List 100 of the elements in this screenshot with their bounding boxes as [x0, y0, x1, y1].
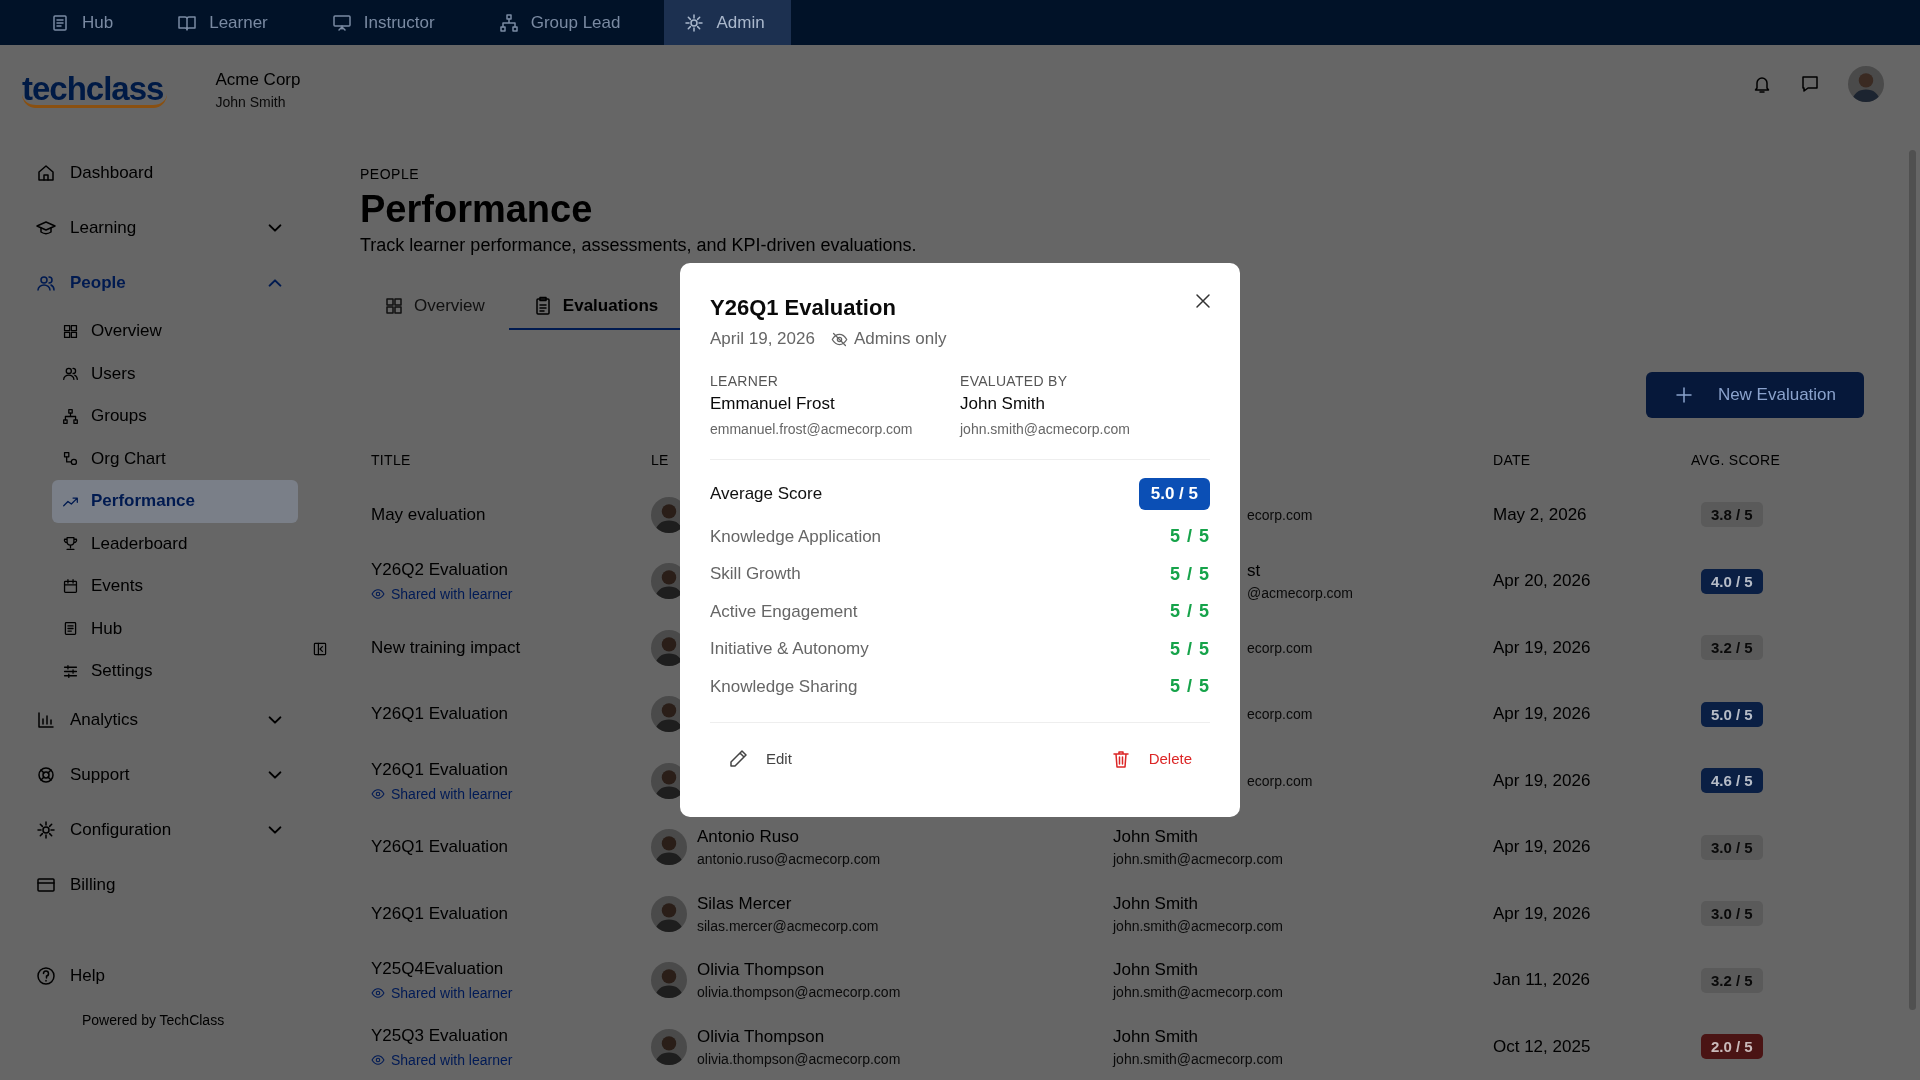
- presentation-icon: [331, 12, 352, 33]
- score-badge: 4.0 / 5: [1701, 568, 1763, 594]
- evaluator-email: ecorp.com: [1247, 706, 1314, 723]
- evaluation-title[interactable]: Y26Q1 Evaluation: [371, 759, 651, 780]
- avatar: [651, 1028, 687, 1065]
- chevron-icon: [268, 826, 282, 834]
- sidebar-item[interactable]: Settings: [52, 650, 298, 693]
- evaluation-title[interactable]: Y25Q4Evaluation: [371, 959, 651, 980]
- sliders-icon: [62, 662, 79, 680]
- messages-button[interactable]: [1800, 74, 1820, 95]
- sidebar-item[interactable]: Users: [52, 352, 298, 395]
- evaluation-title[interactable]: New training impact: [371, 637, 651, 658]
- evaluator-email: ecorp.com: [1247, 506, 1314, 523]
- sidebar-item[interactable]: Hub: [52, 607, 298, 650]
- credit-card-icon: [36, 875, 56, 895]
- sidebar-item[interactable]: Leaderboard: [52, 522, 298, 565]
- collapse-sidebar-icon: [312, 641, 328, 657]
- edit-button[interactable]: Edit: [722, 742, 798, 775]
- date-text: Apr 19, 2026: [1493, 837, 1592, 858]
- close-icon: [1193, 291, 1213, 311]
- criterion-score: 5 / 5: [1169, 601, 1210, 623]
- score-badge: 3.0 / 5: [1701, 901, 1763, 927]
- delete-button[interactable]: Delete: [1104, 742, 1198, 775]
- top-nav-tab[interactable]: Instructor: [311, 0, 461, 45]
- evaluation-title[interactable]: Y26Q1 Evaluation: [371, 903, 651, 924]
- average-score-badge: 5.0 / 5: [1138, 478, 1210, 510]
- column-header: TITLE: [371, 451, 411, 468]
- score-badge: 3.2 / 5: [1701, 635, 1763, 661]
- chevron-icon: [268, 223, 282, 232]
- sidebar-item[interactable]: Learning: [22, 200, 292, 255]
- evaluation-title[interactable]: Y25Q3 Evaluation: [371, 1025, 651, 1046]
- date-text: Apr 19, 2026: [1493, 637, 1592, 658]
- house-icon: [36, 162, 56, 183]
- score-badge: 3.2 / 5: [1701, 967, 1763, 993]
- avatar: [651, 895, 687, 932]
- score-badge: 5.0 / 5: [1701, 701, 1763, 727]
- top-nav-tab[interactable]: Group Lead: [478, 0, 647, 45]
- criterion-score: 5 / 5: [1169, 638, 1210, 660]
- logo[interactable]: techclass: [22, 72, 168, 108]
- avatar: [651, 829, 687, 866]
- sidebar-item[interactable]: Billing: [22, 857, 292, 913]
- calendar-icon: [62, 577, 79, 595]
- criterion-label: Knowledge Application: [710, 526, 882, 547]
- sidebar-item[interactable]: Overview: [52, 310, 298, 353]
- close-button[interactable]: [1193, 291, 1213, 311]
- trash-icon: [1110, 748, 1131, 769]
- date-text: Apr 19, 2026: [1493, 903, 1592, 924]
- new-evaluation-button[interactable]: New Evaluation: [1645, 371, 1864, 418]
- evaluator-email: john.smith@acmecorp.com: [1113, 984, 1284, 1001]
- date-text: Apr 19, 2026: [1493, 704, 1592, 725]
- top-nav-tab[interactable]: Learner: [157, 0, 294, 45]
- help-icon: [36, 966, 56, 986]
- date-text: May 2, 2026: [1493, 504, 1588, 525]
- column-header: AVG. SCORE: [1691, 451, 1781, 468]
- dialog-title: Y26Q1 Evaluation: [710, 295, 896, 321]
- criterion-label: Active Engagement: [710, 601, 858, 622]
- section-label: PEOPLE: [360, 165, 421, 182]
- bell-icon: [1752, 74, 1772, 95]
- average-score-label: Average Score: [710, 484, 823, 504]
- chevron-icon: [268, 278, 282, 287]
- learner-email: olivia.thompson@acmecorp.com: [697, 984, 901, 1001]
- evaluation-title[interactable]: Y26Q1 Evaluation: [371, 837, 651, 858]
- evaluation-title[interactable]: Y26Q1 Evaluation: [371, 704, 651, 725]
- evaluator-email: john.smith@acmecorp.com: [1113, 851, 1284, 868]
- sidebar-item[interactable]: Performance: [52, 480, 298, 523]
- evaluator-email: john.smith@acmecorp.com: [1113, 1050, 1284, 1067]
- criterion-score: 5 / 5: [1169, 676, 1210, 698]
- hidden-eye-icon: [830, 330, 848, 348]
- top-nav-tab[interactable]: Hub: [30, 0, 140, 45]
- sidebar-item[interactable]: Analytics: [22, 692, 292, 748]
- sidebar-item[interactable]: Events: [52, 565, 298, 608]
- date-text: Oct 12, 2025: [1493, 1036, 1592, 1057]
- org-chart-icon: [62, 450, 79, 468]
- learner-name: Silas Mercer: [697, 893, 793, 914]
- column-header: LE: [651, 451, 669, 468]
- evaluation-title[interactable]: Y26Q2 Evaluation: [371, 560, 651, 581]
- evaluator-name: John Smith: [1113, 893, 1200, 914]
- user-avatar[interactable]: [1848, 66, 1884, 103]
- date-text: Jan 11, 2026: [1493, 970, 1592, 991]
- evaluator-email: ecorp.com: [1247, 772, 1314, 789]
- shared-status: Shared with learner: [391, 586, 513, 603]
- pencil-icon: [728, 748, 748, 769]
- notifications-button[interactable]: [1752, 74, 1772, 95]
- sidebar-item[interactable]: Support: [22, 747, 292, 803]
- sidebar-item[interactable]: Groups: [52, 395, 298, 438]
- evaluation-title[interactable]: May evaluation: [371, 504, 651, 525]
- sidebar-item[interactable]: Dashboard: [22, 145, 292, 200]
- powered-by-text: Powered by TechClass: [82, 1011, 226, 1028]
- top-nav-tab[interactable]: Admin: [664, 0, 791, 45]
- person-name: John Smith: [960, 394, 1047, 414]
- sidebar-item[interactable]: Configuration: [22, 802, 292, 858]
- help-link[interactable]: Help: [22, 948, 292, 1004]
- hierarchy-icon: [62, 407, 79, 425]
- column-header: DATE: [1493, 451, 1531, 468]
- user-name: John Smith: [215, 94, 287, 110]
- sidebar-item[interactable]: Org Chart: [52, 437, 298, 480]
- organization-name: Acme Corp: [215, 70, 301, 90]
- sidebar-item[interactable]: People: [22, 255, 292, 310]
- tab[interactable]: Overview: [360, 283, 509, 330]
- newspaper-icon: [50, 12, 70, 33]
